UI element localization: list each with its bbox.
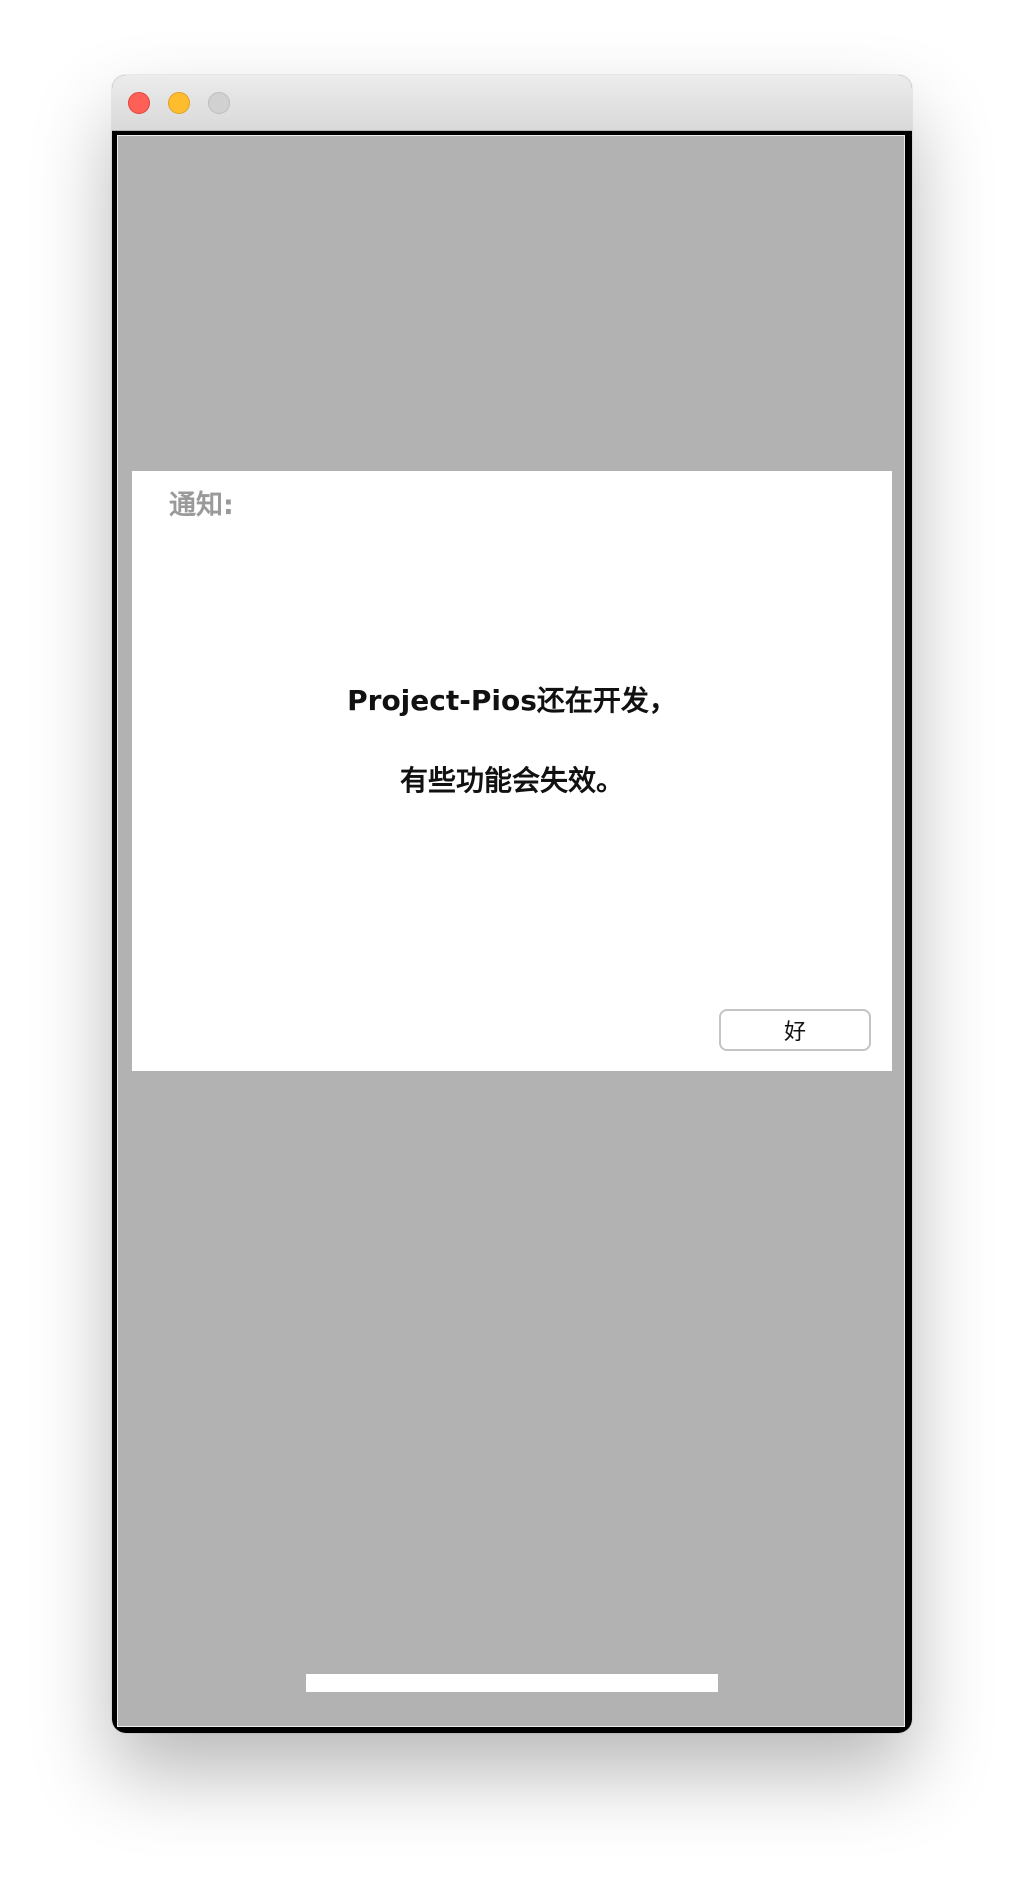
app-content-overlay: 通知: Project-Pios还在开发， 有些功能会失效。 好	[117, 135, 905, 1727]
dialog-title: 通知:	[169, 490, 234, 521]
zoom-window-icon[interactable]	[208, 92, 230, 114]
app-window: 通知: Project-Pios还在开发， 有些功能会失效。 好	[112, 75, 912, 1733]
window-titlebar[interactable]	[112, 75, 912, 131]
notice-dialog: 通知: Project-Pios还在开发， 有些功能会失效。 好	[132, 471, 892, 1071]
close-window-icon[interactable]	[128, 92, 150, 114]
dialog-message-line-2: 有些功能会失效。	[399, 764, 624, 797]
home-indicator-bar[interactable]	[306, 1674, 718, 1692]
dialog-message-line-1: Project-Pios还在开发，	[347, 684, 677, 717]
ok-button[interactable]: 好	[719, 1009, 871, 1051]
minimize-window-icon[interactable]	[168, 92, 190, 114]
